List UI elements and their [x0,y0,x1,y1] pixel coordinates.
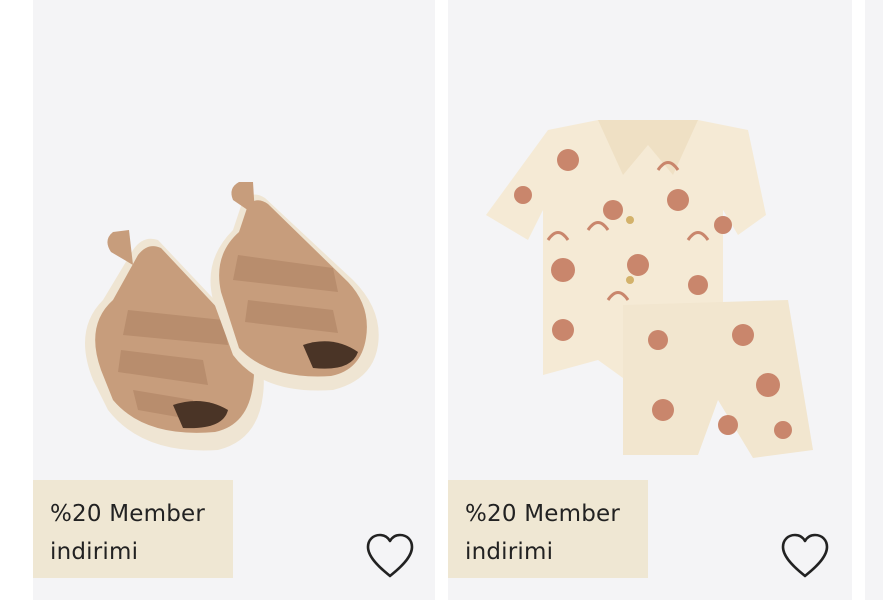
product-card-sandals[interactable]: %20 Member indirimi [33,0,435,600]
sandals-image[interactable] [33,0,435,480]
badge-line-1: %20 Member [50,501,206,527]
product-card-partial[interactable] [865,0,883,600]
heart-outline-icon [781,533,829,578]
pajama-set-image[interactable] [448,0,852,480]
member-discount-badge: %20 Member indirimi [448,480,648,578]
heart-outline-icon [366,533,414,578]
product-card-pajama-set[interactable]: %20 Member indirimi [448,0,852,600]
badge-line-2: indirimi [465,539,554,565]
badge-line-2: indirimi [50,539,139,565]
favorite-button[interactable] [362,528,418,584]
badge-line-1: %20 Member [465,501,621,527]
member-discount-badge: %20 Member indirimi [33,480,233,578]
favorite-button[interactable] [777,528,833,584]
